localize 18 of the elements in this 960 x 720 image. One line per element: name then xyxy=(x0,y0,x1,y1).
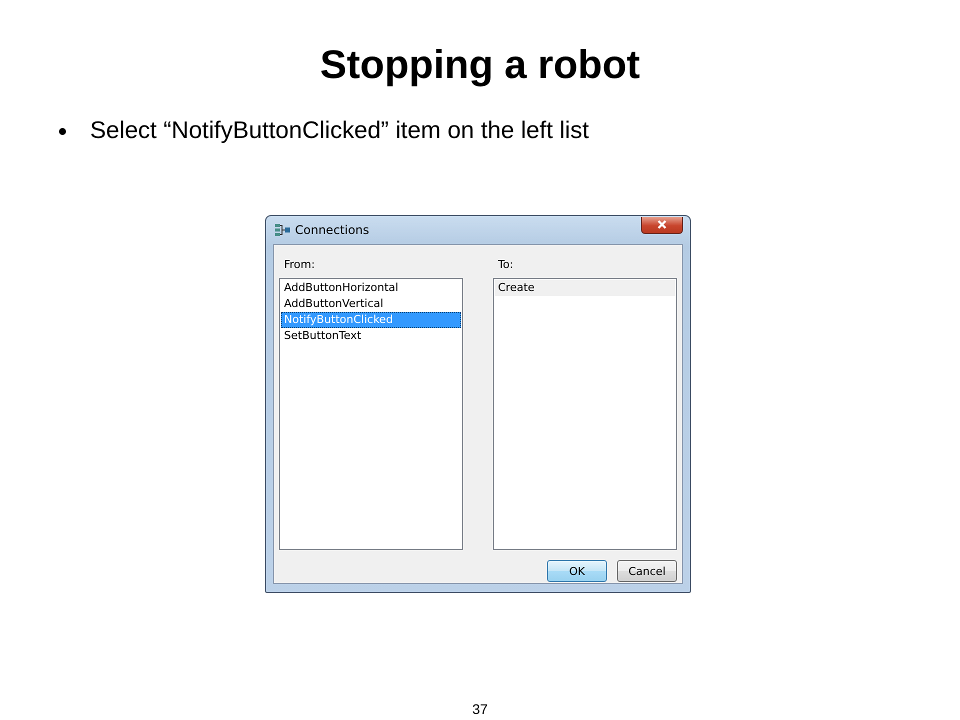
list-box[interactable]: Create xyxy=(493,278,677,550)
list-label: From: xyxy=(284,258,315,271)
bullet-icon xyxy=(59,128,66,135)
list-label: To: xyxy=(498,258,514,271)
list-item[interactable]: AddButtonVertical xyxy=(281,296,461,312)
list-item[interactable]: Create xyxy=(495,280,675,296)
page-number: 37 xyxy=(472,701,488,717)
bullet-text: Select “NotifyButtonClicked” item on the left list xyxy=(90,116,589,146)
close-button[interactable] xyxy=(641,216,683,234)
list-item[interactable]: AddButtonHorizontal xyxy=(281,280,461,296)
list-box[interactable]: AddButtonHorizontal AddButtonVertical NotifyButtonClicked SetButtonText xyxy=(279,278,463,550)
close-icon xyxy=(657,220,667,229)
network-icon xyxy=(274,223,291,237)
slide-title: Stopping a robot xyxy=(320,42,640,88)
window-title: Connections xyxy=(295,223,370,237)
dialog-button[interactable]: OK xyxy=(547,560,607,582)
dialog-button[interactable]: Cancel xyxy=(617,560,677,582)
list-item[interactable]: SetButtonText xyxy=(281,328,461,344)
